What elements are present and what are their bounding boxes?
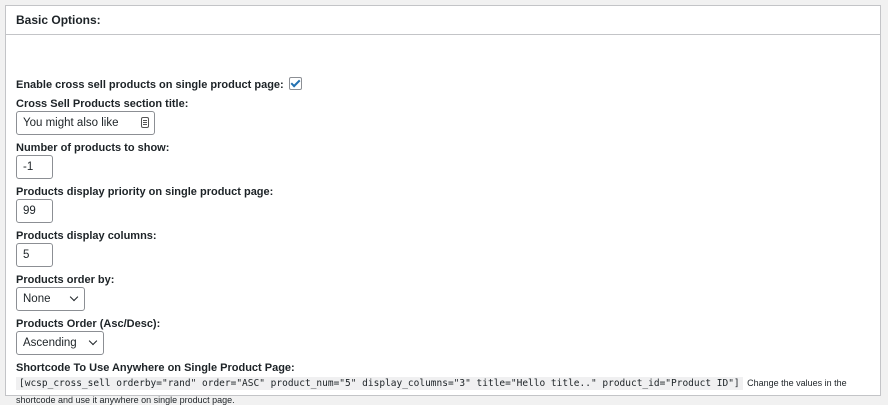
contact-card-icon[interactable]: [141, 117, 149, 128]
section-title-value: You might also like: [23, 117, 119, 129]
columns-label: Products display columns:: [16, 230, 157, 242]
shortcode-label: Shortcode To Use Anywhere on Single Prod…: [16, 362, 295, 374]
shortcode-block: [wcsp_cross_sell orderby="rand" order="A…: [16, 375, 872, 390]
shortcode-note-2: shortcode and use it anywhere on single …: [16, 395, 235, 405]
order-select[interactable]: Ascending: [16, 331, 104, 355]
shortcode-note-1: Change the values in the: [747, 378, 847, 388]
enable-cross-sell-label: Enable cross sell products on single pro…: [16, 79, 284, 91]
chevron-down-icon: [88, 336, 98, 346]
section-title-label: Cross Sell Products section title:: [16, 98, 189, 110]
columns-value: 5: [23, 249, 30, 261]
enable-cross-sell-row: Enable cross sell products on single pro…: [16, 77, 302, 92]
order-value: Ascending: [23, 337, 77, 349]
basic-options-panel: Basic Options: Enable cross sell product…: [5, 5, 881, 405]
num-products-label: Number of products to show:: [16, 142, 170, 154]
enable-cross-sell-checkbox[interactable]: [288, 77, 302, 90]
priority-label: Products display priority on single prod…: [16, 186, 274, 198]
columns-input[interactable]: 5: [16, 243, 53, 267]
order-by-value: None: [23, 293, 51, 305]
panel-title: Basic Options:: [6, 6, 880, 35]
shortcode-code: [wcsp_cross_sell orderby="rand" order="A…: [16, 377, 743, 390]
num-products-value: -1: [23, 161, 34, 173]
order-by-label: Products order by:: [16, 274, 115, 286]
priority-value: 99: [23, 205, 36, 217]
order-label: Products Order (Asc/Desc):: [16, 318, 161, 330]
priority-input[interactable]: 99: [16, 199, 53, 223]
num-products-input[interactable]: -1: [16, 155, 53, 179]
order-by-select[interactable]: None: [16, 287, 85, 311]
chevron-down-icon: [69, 292, 79, 302]
section-title-input[interactable]: You might also like: [16, 111, 155, 135]
